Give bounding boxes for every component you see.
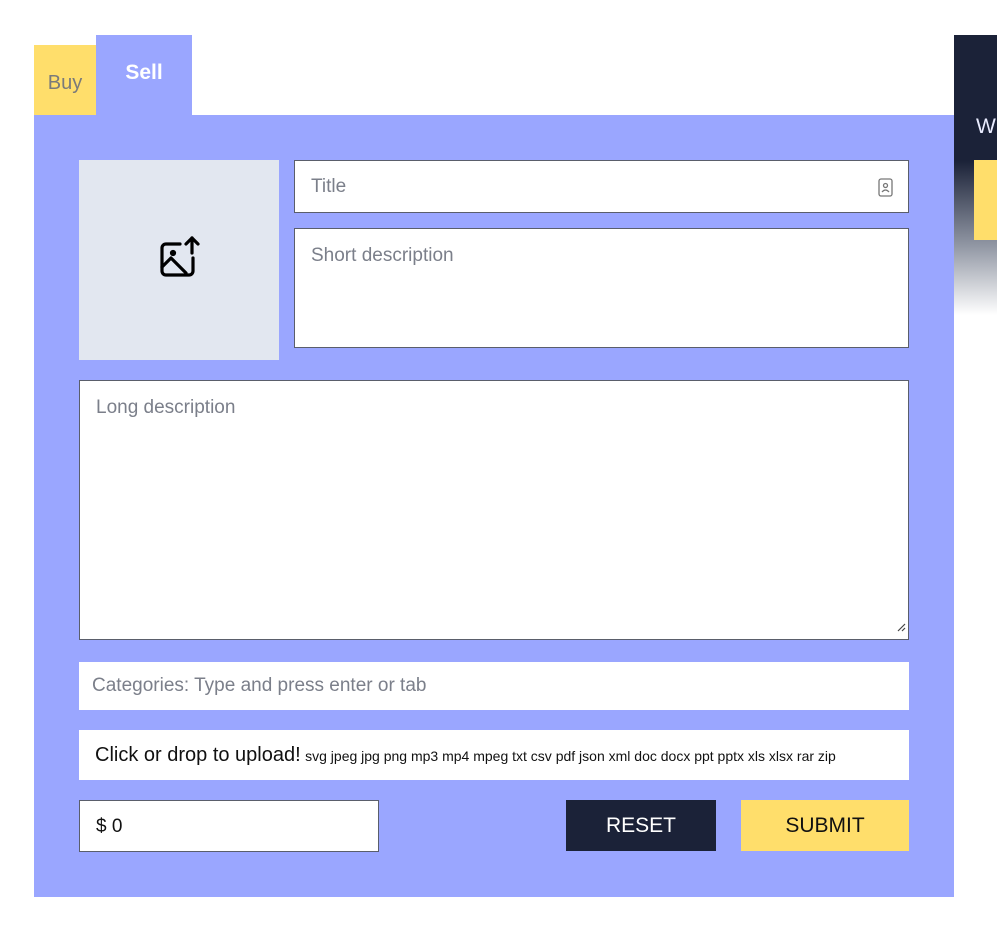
side-panel-text: W xyxy=(976,115,996,138)
long-description-placeholder: Long description xyxy=(96,397,236,418)
price-value: $ 0 xyxy=(96,816,123,837)
tab-buy-label: Buy xyxy=(47,71,83,94)
image-upload-icon xyxy=(156,235,202,286)
title-placeholder: Title xyxy=(311,176,347,197)
tab-buy[interactable]: Buy xyxy=(34,45,96,115)
long-description-input[interactable]: Long description xyxy=(79,380,909,640)
image-upload-area[interactable] xyxy=(79,160,279,360)
reset-button-label: RESET xyxy=(605,813,676,837)
title-input[interactable]: Title xyxy=(294,160,909,213)
upload-file-types: svg jpeg jpg png mp3 mp4 mpeg txt csv pd… xyxy=(305,748,836,764)
submit-button-label: SUBMIT xyxy=(785,813,865,837)
short-description-input[interactable]: Short description xyxy=(294,228,909,348)
contact-card-icon xyxy=(878,178,893,202)
upload-label: Click or drop to upload! xyxy=(95,744,301,766)
tab-sell[interactable]: Sell xyxy=(96,35,192,115)
categories-placeholder: Categories: Type and press enter or tab xyxy=(92,675,427,696)
short-description-placeholder: Short description xyxy=(311,245,454,266)
file-upload-dropzone[interactable]: Click or drop to upload! svg jpeg jpg pn… xyxy=(79,730,909,780)
categories-input[interactable]: Categories: Type and press enter or tab xyxy=(79,662,909,710)
side-panel-button[interactable] xyxy=(974,160,997,240)
submit-button[interactable]: SUBMIT xyxy=(741,800,909,851)
price-input[interactable]: $ 0 xyxy=(79,800,379,852)
reset-button[interactable]: RESET xyxy=(566,800,716,851)
resize-handle-icon[interactable] xyxy=(896,619,906,637)
tab-sell-label: Sell xyxy=(125,61,163,84)
